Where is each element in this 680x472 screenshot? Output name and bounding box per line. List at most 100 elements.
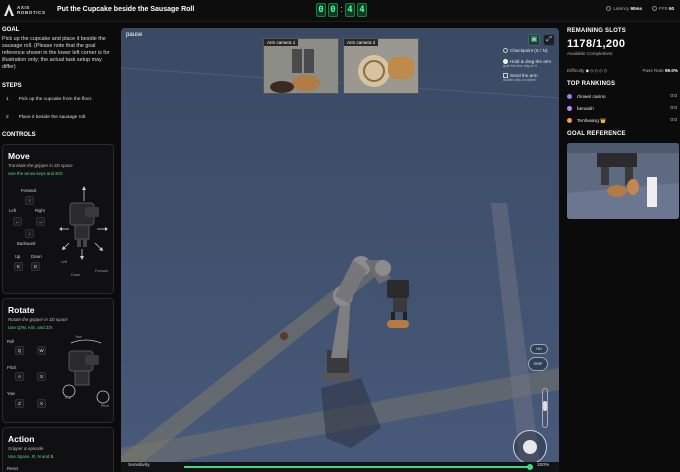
goal-heading: GOAL [2, 27, 20, 33]
send-arm-subtext: double-click on object [503, 78, 536, 83]
arm-camera-2: Arm camera 2 [343, 38, 419, 94]
goal-section: GOAL Pick up the cupcake and place it be… [2, 27, 114, 71]
step-text: Pick up the cupcake from the floor. [18, 97, 93, 102]
joystick[interactable] [513, 430, 547, 464]
rankings-heading: TOP RANKINGS [567, 81, 616, 87]
viz-left-label: Left [61, 260, 67, 264]
latency-stat: Latency 90ms [606, 6, 642, 12]
arm-camera-1-feed [264, 39, 338, 93]
key-a[interactable]: A [15, 372, 24, 381]
latency-icon [606, 6, 612, 12]
slots-value: 1178/1,200 [567, 38, 626, 50]
top-bar: AXIS ROBOTICS Put the Cupcake beside the… [0, 0, 680, 22]
rotate-subtitle: Rotate the gripper in 3D space [8, 317, 68, 322]
remaining-slots-heading: REMAINING SLOTS [567, 28, 627, 34]
fps-icon [651, 6, 657, 12]
key-s[interactable]: S [37, 372, 46, 381]
timer-digit: 4 [357, 3, 367, 17]
key-e[interactable]: E [14, 262, 23, 271]
viz-down-label: Down [71, 273, 81, 277]
checkpoint-option[interactable]: Checkpoint (S / N) [503, 48, 559, 54]
goal-reference-image [567, 143, 679, 219]
arrow-left-key[interactable]: ← [13, 217, 22, 226]
sensitivity-slider[interactable] [184, 466, 533, 468]
hold-drag-option[interactable]: Hold & drag the arm grab the blue ring o… [503, 59, 559, 68]
left-label: Left [9, 208, 16, 213]
checkpoint-radio[interactable] [503, 48, 508, 54]
move-title: Move [8, 151, 30, 161]
ranking-row: rhowel carino 0:0 [567, 94, 677, 100]
avatar [567, 94, 572, 99]
home-button[interactable]: HH [530, 344, 548, 354]
grip-button[interactable]: GRIP [528, 357, 548, 371]
difficulty: Difficulty ◆◇◇◇◇ [567, 68, 609, 73]
action-controls-card: Action Gripper & episode Use Space, R, N… [2, 427, 114, 472]
axis-logo-icon [4, 4, 14, 16]
viz-yaw-label: Yaw [75, 335, 82, 339]
move-subtitle: Translate the gripper in 3D space [8, 163, 73, 168]
logo-line2: ROBOTICS [17, 10, 46, 15]
send-arm-option[interactable]: Send the arm double-click on object [503, 73, 559, 82]
arm-camera-2-feed [344, 39, 418, 93]
stats-panel: REMAINING SLOTS 1178/1,200 Available Com… [563, 22, 680, 472]
right-label: Right [35, 208, 45, 213]
fps-stat: FPS 60 [651, 6, 674, 12]
joystick-knob[interactable] [523, 440, 537, 454]
connection-stats: Latency 90ms FPS 60 [606, 6, 674, 12]
pitch-label: Pitch [7, 365, 17, 370]
ranking-row: Tenhwang 👑 0:0 [567, 118, 677, 124]
timer-digit: 4 [345, 3, 355, 17]
key-x[interactable]: X [37, 399, 46, 408]
sensitivity-label: Sensitivity [128, 463, 150, 468]
backward-label: Backward [17, 241, 36, 246]
move-hint: Use the arrow keys and E/D [8, 171, 63, 176]
rotate-hint: Use Q/W, A/S, and Z/X [8, 325, 53, 330]
key-z[interactable]: Z [15, 399, 24, 408]
height-slider-knob[interactable] [543, 401, 547, 411]
gripper-move-illustration-icon [59, 186, 108, 260]
hold-drag-subtext: grab the blue ring on it [503, 64, 537, 69]
steps-heading: STEPS [2, 83, 22, 89]
pause-label[interactable]: pause [126, 32, 142, 38]
arrow-down-key[interactable]: ↓ [25, 229, 34, 238]
goal-reference-render [567, 143, 679, 219]
action-subtitle: Gripper & episode [8, 446, 44, 451]
controls-heading: CONTROLS [2, 132, 36, 138]
avatar [567, 118, 572, 123]
viz-forward-label: Forward [95, 269, 109, 273]
step-number: 2 [6, 115, 9, 120]
timer-separator: : [340, 4, 343, 14]
height-slider[interactable] [542, 388, 548, 428]
camera-toggle-button[interactable]: ▣ [528, 34, 540, 46]
step-number: 1 [6, 97, 9, 102]
timer-digit: 0 [328, 3, 338, 17]
timer: 0 0 : 4 4 [316, 3, 367, 17]
task-title: Put the Cupcake beside the Sausage Roll [57, 6, 195, 13]
goal-reference-heading: GOAL REFERENCE [567, 131, 626, 137]
roll-label: Roll [7, 339, 15, 344]
action-hint: Use Space, R, N and B [8, 454, 54, 459]
key-w[interactable]: W [37, 346, 46, 355]
forward-label: Forward [21, 188, 37, 193]
avatar [567, 106, 572, 111]
yaw-label: Yaw [7, 391, 15, 396]
timer-digit: 0 [316, 3, 326, 17]
slots-subtitle: Available Completions [567, 51, 613, 56]
arrow-right-key[interactable]: → [36, 217, 45, 226]
viz-roll-label: Roll [65, 396, 72, 400]
sensitivity-slider-knob[interactable] [527, 464, 534, 470]
step-item: 1 Pick up the cupcake from the floor. [2, 97, 114, 102]
viz-pitch-label: Pitch [101, 404, 109, 408]
arm-camera-2-label: Arm camera 2 [344, 39, 379, 46]
scene-render [121, 28, 559, 472]
fullscreen-icon[interactable]: ⤢ [543, 34, 555, 46]
rotate-controls-card: Rotate Rotate the gripper in 3D space Us… [2, 298, 114, 423]
key-d[interactable]: D [31, 262, 40, 271]
simulation-viewport[interactable]: pause Arm camera 1 Arm camera 2 ▣ ⤢ Chec… [121, 28, 559, 472]
arm-camera-1-label: Arm camera 1 [264, 39, 299, 46]
step-text: Place it beside the sausage roll. [18, 115, 87, 120]
ranking-row: benaish 0:0 [567, 106, 677, 112]
arrow-up-key[interactable]: ↑ [25, 196, 34, 205]
pass-rate: Pass Rate 99.0% [642, 68, 678, 73]
key-q[interactable]: Q [15, 346, 24, 355]
